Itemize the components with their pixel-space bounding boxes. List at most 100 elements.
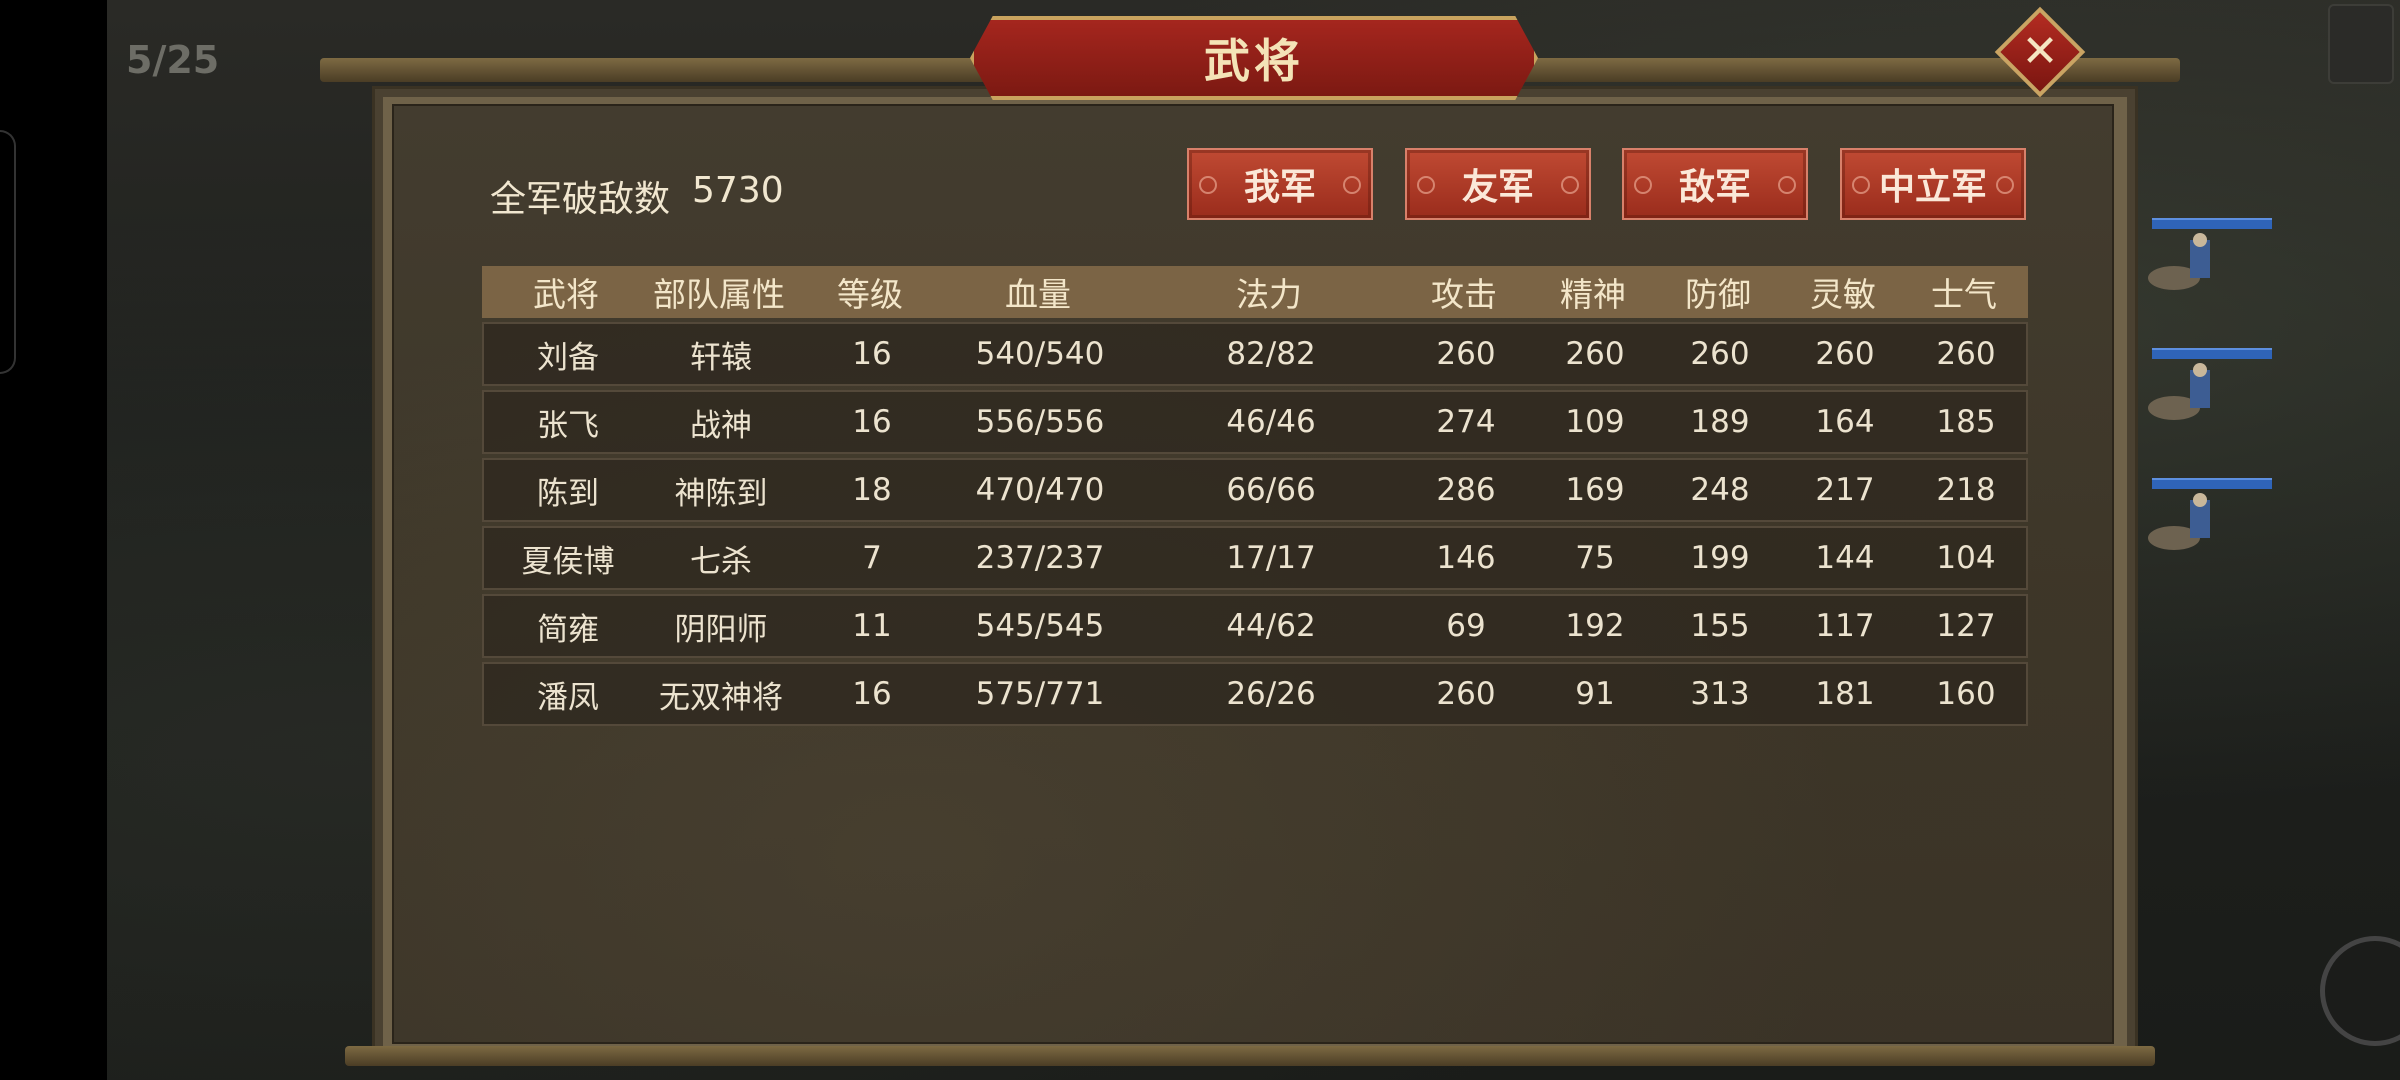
column-header-defense: 防御	[1685, 275, 1751, 314]
table-row[interactable]: 简雍 阴阳师 11 545/545 44/62 69 192 155 117 1…	[482, 594, 2028, 658]
cell-agility: 217	[1815, 472, 1875, 508]
cell-hp: 556/556	[975, 404, 1105, 440]
button-ornament	[1199, 176, 1217, 194]
filter-allied-army-button[interactable]: 友军	[1405, 148, 1591, 220]
button-ornament	[1852, 176, 1870, 194]
button-ornament	[1778, 176, 1796, 194]
total-kills-label: 全军破敌数	[490, 179, 671, 220]
table-row[interactable]: 夏侯博 七杀 7 237/237 17/17 146 75 199 144 10…	[482, 526, 2028, 590]
cell-troop-type: 神陈到	[674, 475, 768, 512]
cell-spirit: 192	[1565, 608, 1625, 644]
column-header-spirit: 精神	[1560, 275, 1626, 314]
dialog-bottom-rail	[345, 1046, 2155, 1066]
cell-agility: 117	[1815, 608, 1875, 644]
column-header-troop-type: 部队属性	[653, 275, 785, 314]
cell-morale: 104	[1936, 540, 1996, 576]
cell-agility: 260	[1815, 336, 1875, 372]
cavalry-unit-icon[interactable]	[2140, 492, 2230, 562]
total-kills-value: 5730	[692, 170, 784, 211]
cell-general: 陈到	[537, 475, 599, 512]
cell-morale: 127	[1936, 608, 1996, 644]
cell-spirit: 109	[1565, 404, 1625, 440]
filter-enemy-army-button[interactable]: 敌军	[1622, 148, 1808, 220]
cell-troop-type: 七杀	[690, 543, 752, 580]
cell-attack: 260	[1436, 336, 1496, 372]
cavalry-unit-icon[interactable]	[2140, 232, 2230, 302]
cell-morale: 260	[1936, 336, 1996, 372]
cell-defense: 260	[1690, 336, 1750, 372]
cell-attack: 146	[1436, 540, 1496, 576]
column-header-level: 等级	[837, 275, 903, 314]
button-ornament	[1996, 176, 2014, 194]
column-header-morale: 士气	[1931, 275, 1997, 314]
cell-level: 16	[852, 336, 892, 372]
menu-icon[interactable]	[2328, 4, 2394, 84]
total-kills: 全军破敌数 5730	[490, 170, 784, 222]
cell-morale: 185	[1936, 404, 1996, 440]
column-header-mp: 法力	[1236, 275, 1302, 314]
dialog-title-banner: 武将	[970, 16, 1538, 100]
cell-troop-type: 阴阳师	[674, 611, 768, 648]
cell-morale: 218	[1936, 472, 1996, 508]
cavalry-unit-icon[interactable]	[2140, 362, 2230, 432]
cell-defense: 199	[1690, 540, 1750, 576]
close-icon: ✕	[2021, 26, 2059, 77]
filter-label: 敌军	[1678, 167, 1751, 208]
cell-defense: 248	[1690, 472, 1750, 508]
button-ornament	[1343, 176, 1361, 194]
cell-mp: 82/82	[1226, 336, 1316, 372]
cell-agility: 181	[1815, 676, 1875, 712]
cell-general: 夏侯博	[521, 543, 615, 580]
cell-mp: 66/66	[1226, 472, 1316, 508]
cell-hp: 470/470	[975, 472, 1105, 508]
filter-label: 友军	[1461, 167, 1534, 208]
table-row[interactable]: 张飞 战神 16 556/556 46/46 274 109 189 164 1…	[482, 390, 2028, 454]
table-header: 武将 部队属性 等级 血量 法力 攻击 精神 防御 灵敏 士气	[482, 266, 2028, 318]
screen-edge-notch	[0, 130, 16, 374]
cell-level: 18	[852, 472, 892, 508]
cell-defense: 189	[1690, 404, 1750, 440]
table-row[interactable]: 刘备 轩辕 16 540/540 82/82 260 260 260 260 2…	[482, 322, 2028, 386]
cell-spirit: 91	[1575, 676, 1615, 712]
cell-hp: 540/540	[975, 336, 1105, 372]
cell-attack: 260	[1436, 676, 1496, 712]
cell-general: 张飞	[537, 407, 599, 444]
generals-table: 武将 部队属性 等级 血量 法力 攻击 精神 防御 灵敏 士气 刘备 轩辕 16…	[482, 266, 2028, 726]
cell-mp: 17/17	[1226, 540, 1316, 576]
turn-counter: 5/25	[126, 38, 220, 82]
cell-troop-type: 轩辕	[690, 339, 752, 376]
cell-mp: 46/46	[1226, 404, 1316, 440]
cell-spirit: 260	[1565, 336, 1625, 372]
cell-hp: 575/771	[975, 676, 1105, 712]
button-ornament	[1634, 176, 1652, 194]
filter-label: 我军	[1243, 167, 1316, 208]
column-header-hp: 血量	[1005, 275, 1071, 314]
unit-hp-bar	[2152, 218, 2272, 229]
button-ornament	[1561, 176, 1579, 194]
cell-level: 16	[852, 676, 892, 712]
table-row[interactable]: 陈到 神陈到 18 470/470 66/66 286 169 248 217 …	[482, 458, 2028, 522]
cell-level: 7	[862, 540, 882, 576]
cell-attack: 69	[1446, 608, 1486, 644]
cell-general: 简雍	[537, 611, 599, 648]
unit-hp-bar	[2152, 478, 2272, 489]
cell-spirit: 169	[1565, 472, 1625, 508]
unit-hp-bar	[2152, 348, 2272, 359]
column-header-attack: 攻击	[1431, 275, 1497, 314]
filter-neutral-army-button[interactable]: 中立军	[1840, 148, 2026, 220]
cell-attack: 286	[1436, 472, 1496, 508]
column-header-general: 武将	[533, 275, 599, 314]
cell-general: 潘凤	[537, 679, 599, 716]
dialog-title: 武将	[1204, 34, 1304, 88]
column-header-agility: 灵敏	[1810, 275, 1876, 314]
close-button[interactable]: ✕	[1994, 6, 2086, 98]
cell-level: 11	[852, 608, 892, 644]
cell-morale: 160	[1936, 676, 1996, 712]
filter-my-army-button[interactable]: 我军	[1187, 148, 1373, 220]
filter-label: 中立军	[1878, 167, 1987, 208]
button-ornament	[1417, 176, 1435, 194]
cell-general: 刘备	[537, 339, 599, 376]
cell-defense: 155	[1690, 608, 1750, 644]
cell-troop-type: 战神	[690, 407, 752, 444]
table-row[interactable]: 潘凤 无双神将 16 575/771 26/26 260 91 313 181 …	[482, 662, 2028, 726]
